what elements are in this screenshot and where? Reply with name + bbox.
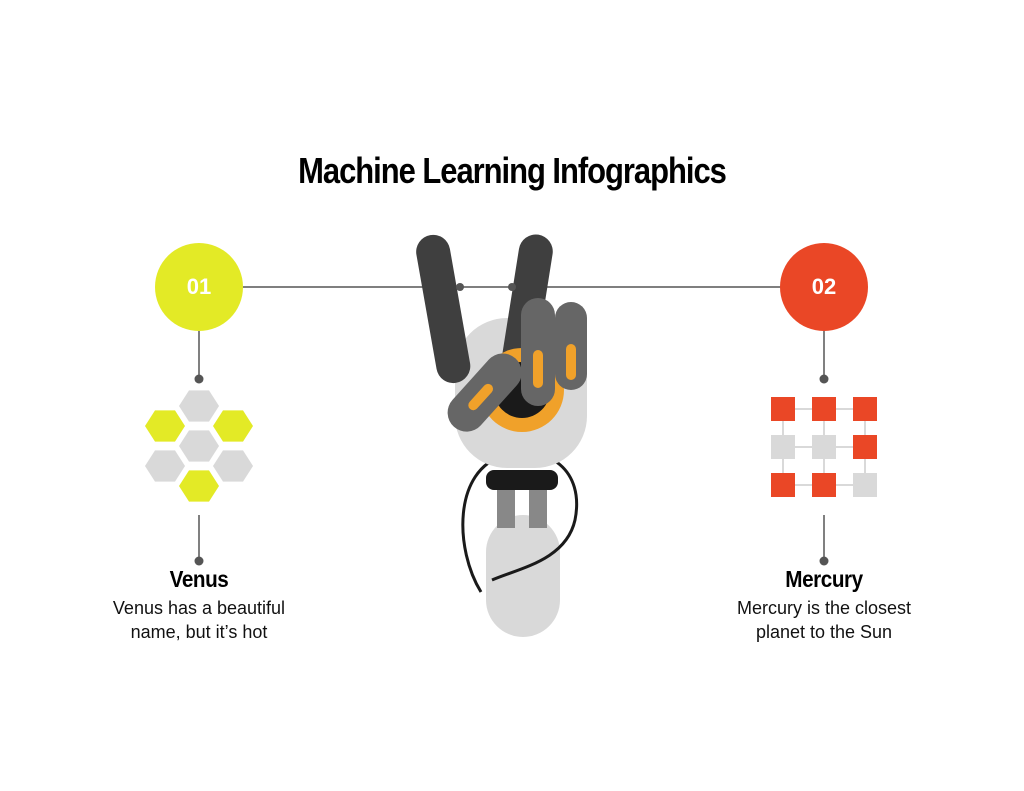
index-joint-dot	[456, 283, 464, 291]
venus-description-line-2: name, but it’s hot	[130, 622, 268, 642]
robot-arm	[486, 515, 560, 637]
page-title: Machine Learning Infographics	[298, 150, 727, 191]
step-badge-02: 02	[780, 243, 868, 331]
robot-wrist-band	[486, 470, 558, 490]
finger-accent-pinky	[566, 344, 576, 380]
venus-title: Venus	[169, 566, 229, 592]
mercury-description-line-1: Mercury is the closest	[736, 598, 912, 618]
robot-finger-index	[416, 234, 471, 384]
mercury-description-line-2: planet to the Sun	[755, 622, 893, 642]
step-number: 02	[811, 274, 837, 299]
step-badge-01: 01	[155, 243, 243, 331]
step-number: 01	[186, 274, 212, 299]
mercury-title: Mercury	[785, 566, 863, 592]
mercury-description: Mercury is the closest planet to the Sun	[694, 596, 954, 644]
venus-description-line-1: Venus has a beautiful	[112, 598, 286, 618]
venus-description: Venus has a beautiful name, but it’s hot	[69, 596, 329, 644]
middle-joint-dot	[508, 283, 516, 291]
finger-accent-ring	[533, 350, 543, 388]
robot-hand-peace-sign-icon	[416, 234, 587, 637]
